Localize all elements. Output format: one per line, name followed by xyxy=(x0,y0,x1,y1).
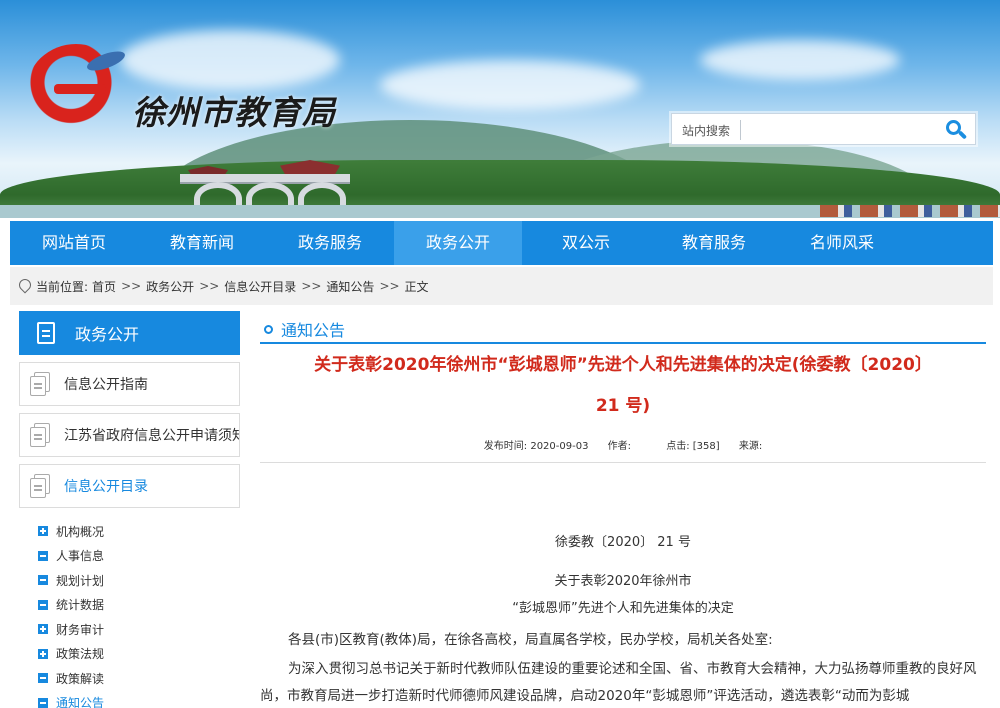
tree-item-policies[interactable]: 政策法规 xyxy=(38,642,238,667)
divider xyxy=(260,462,986,463)
main-nav: 网站首页 教育新闻 政务服务 政务公开 双公示 教育服务 名师风采 xyxy=(10,221,993,265)
tree-item-organization[interactable]: 机构概况 xyxy=(38,519,238,544)
boats-scenery xyxy=(820,205,1000,217)
tree-item-personnel[interactable]: 人事信息 xyxy=(38,544,238,569)
tree-item-planning[interactable]: 规划计划 xyxy=(38,568,238,593)
collapse-minus-icon xyxy=(38,673,48,684)
nav-item-famous-teachers[interactable]: 名师风采 xyxy=(778,221,906,265)
tree-item-notices[interactable]: 通知公告 xyxy=(38,691,238,708)
circle-bullet-icon xyxy=(264,324,273,334)
site-logo[interactable] xyxy=(26,44,134,142)
tree-item-finance-audit[interactable]: 财务审计 xyxy=(38,617,238,642)
sidebar-title: 政务公开 xyxy=(19,311,240,355)
document-icon xyxy=(37,322,55,344)
documents-icon xyxy=(30,423,52,447)
section-header: 通知公告 xyxy=(260,316,986,344)
sidebar-item-label: 江苏省政府信息公开申请须知 xyxy=(64,428,240,444)
breadcrumb-government-affairs[interactable]: 政务公开 xyxy=(146,278,194,295)
document-number: 徐委教〔2020〕 21 号 xyxy=(555,535,691,550)
body-paragraph: 为深入贯彻习总书记关于新时代教师队伍建设的重要论述和全国、省、市教育大会精神，大… xyxy=(260,661,977,704)
documents-icon xyxy=(30,372,52,396)
tree-item-statistics[interactable]: 统计数据 xyxy=(38,593,238,618)
expand-plus-icon xyxy=(38,648,48,659)
click-count: 点击: [358] xyxy=(666,441,720,452)
expand-plus-icon xyxy=(38,526,48,537)
nav-item-education-news[interactable]: 教育新闻 xyxy=(138,221,266,265)
header-banner: 徐州市教育局 站内搜索 xyxy=(0,0,1000,218)
nav-item-government-affairs[interactable]: 政务公开 xyxy=(394,221,522,265)
collapse-minus-icon xyxy=(38,575,48,586)
breadcrumb-info-catalog[interactable]: 信息公开目录 xyxy=(224,278,296,295)
tree-item-policy-interpretation[interactable]: 政策解读 xyxy=(38,666,238,691)
sidebar-item-info-catalog[interactable]: 信息公开目录 xyxy=(19,464,240,508)
nav-item-government-services[interactable]: 政务服务 xyxy=(266,221,394,265)
collapse-minus-icon xyxy=(38,550,48,561)
section-title: 通知公告 xyxy=(281,321,346,340)
breadcrumb: 当前位置: 首页 >> 政务公开 >> 信息公开目录 >> 通知公告 >> 正文 xyxy=(10,267,993,305)
article-meta: 发布时间: 2020-09-03 作者: 点击: [358] 来源: xyxy=(260,437,986,452)
site-name: 徐州市教育局 xyxy=(132,93,336,132)
salutation: 各县(市)区教育(教体)局，在徐各高校，局直属各学校，民办学校，局机关各处室: xyxy=(288,632,773,648)
search-button[interactable] xyxy=(942,118,968,142)
collapse-minus-icon xyxy=(38,599,48,610)
search-box: 站内搜索 xyxy=(671,113,976,145)
documents-icon xyxy=(30,474,52,498)
search-label: 站内搜索 xyxy=(682,124,731,138)
article-title: 关于表彰2020年徐州市“彭城恩师”先进个人和先进集体的决定(徐委教〔2020〕… xyxy=(314,355,932,416)
sidebar-item-label: 信息公开指南 xyxy=(64,377,148,393)
publish-date: 发布时间: 2020-09-03 xyxy=(483,441,589,452)
sidebar-item-info-guide[interactable]: 信息公开指南 xyxy=(19,362,240,406)
sidebar-item-application-notice[interactable]: 江苏省政府信息公开申请须知 xyxy=(19,413,240,457)
document-subtitle-2: “彭城恩师”先进个人和先进集体的决定 xyxy=(512,601,734,616)
source: 来源: xyxy=(738,441,763,452)
nav-item-education-services[interactable]: 教育服务 xyxy=(650,221,778,265)
catalog-tree: 机构概况 人事信息 规划计划 统计数据 财务审计 政策法规 政策解读 通知公告 xyxy=(38,519,238,708)
author: 作者: xyxy=(607,441,632,452)
location-pin-icon xyxy=(18,279,30,293)
breadcrumb-current: 正文 xyxy=(404,279,429,294)
breadcrumb-notices[interactable]: 通知公告 xyxy=(326,278,374,295)
document-subtitle-1: 关于表彰2020年徐州市 xyxy=(554,574,692,589)
collapse-minus-icon xyxy=(38,697,48,708)
breadcrumb-prefix: 当前位置: xyxy=(36,279,89,294)
breadcrumb-home[interactable]: 首页 xyxy=(92,278,116,295)
search-input[interactable] xyxy=(746,118,926,142)
nav-item-home[interactable]: 网站首页 xyxy=(10,221,138,265)
sidebar-item-label: 信息公开目录 xyxy=(64,479,148,495)
nav-item-double-publicity[interactable]: 双公示 xyxy=(522,221,650,265)
expand-plus-icon xyxy=(38,624,48,635)
